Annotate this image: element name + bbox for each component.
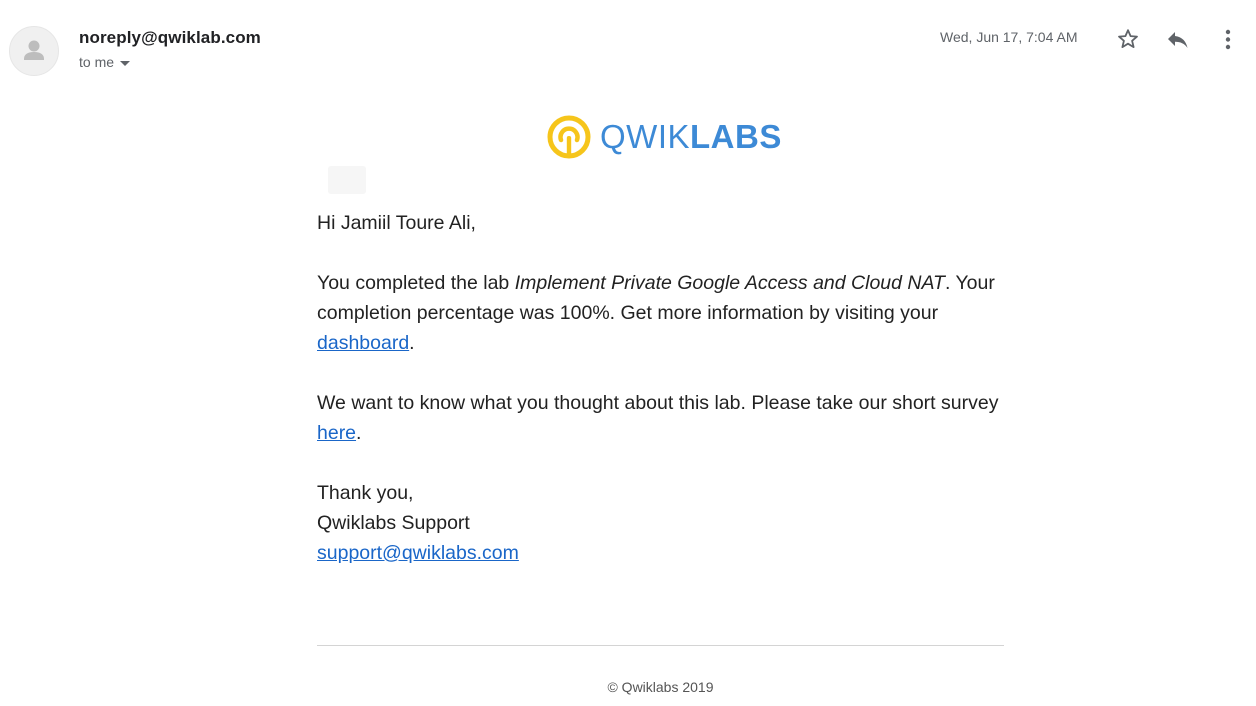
completion-paragraph: You completed the lab Implement Private …	[317, 268, 1007, 358]
dashboard-link[interactable]: dashboard	[317, 332, 409, 354]
reply-button[interactable]	[1164, 25, 1192, 53]
star-outline-icon	[1118, 29, 1138, 48]
support-email-link[interactable]: support@qwiklabs.com	[317, 542, 519, 564]
greeting: Hi Jamiil Toure Ali,	[317, 212, 476, 234]
completion-period: .	[409, 332, 415, 354]
recipient-details-toggle[interactable]: to me	[79, 54, 131, 70]
reply-icon	[1168, 32, 1188, 48]
tracking-image-placeholder	[328, 166, 366, 194]
chevron-down-icon	[120, 60, 131, 66]
more-vertical-icon	[1225, 29, 1231, 50]
person-icon	[24, 40, 44, 60]
email-view: noreply@qwiklab.com to me Wed, Jun 17, 7…	[0, 0, 1256, 706]
lab-name: Implement Private Google Access and Clou…	[514, 272, 945, 294]
logo-wordmark: QWIKLABS	[600, 114, 782, 160]
email-timestamp: Wed, Jun 17, 7:04 AM	[940, 29, 1078, 45]
logo-text-regular: QWIK	[600, 118, 690, 155]
survey-prefix: We want to know what you thought about t…	[317, 392, 999, 414]
footer-divider	[317, 645, 1004, 646]
survey-paragraph: We want to know what you thought about t…	[317, 388, 1007, 448]
qwiklabs-logo-icon	[547, 115, 591, 159]
survey-period: .	[356, 422, 362, 444]
signature-name: Qwiklabs Support	[317, 512, 470, 534]
recipient-label: to me	[79, 54, 115, 70]
sender-avatar[interactable]	[9, 26, 59, 76]
star-button[interactable]	[1114, 25, 1142, 53]
qwiklabs-logo: QWIKLABS	[546, 114, 782, 160]
survey-link[interactable]: here	[317, 422, 356, 444]
signoff: Thank you,	[317, 482, 414, 504]
sender-address: noreply@qwiklab.com	[79, 28, 261, 47]
logo-text-bold: LABS	[690, 118, 782, 155]
footer-copyright: © Qwiklabs 2019	[607, 679, 714, 695]
completion-prefix: You completed the lab	[317, 272, 515, 294]
email-body: Hi Jamiil Toure Ali, You completed the l…	[317, 208, 1007, 568]
more-options-button[interactable]	[1214, 25, 1242, 53]
